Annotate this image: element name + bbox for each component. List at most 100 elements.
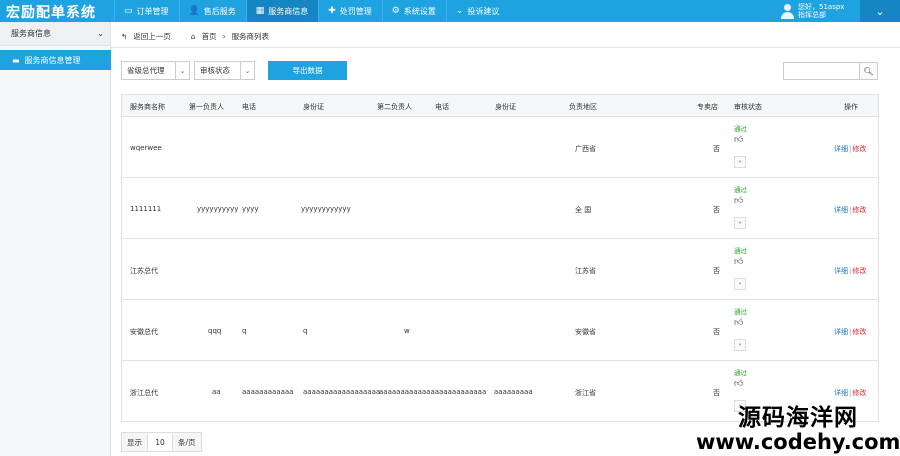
nav-item-after-sales[interactable]: 👤 售后服务 bbox=[178, 0, 246, 22]
nav-item-penalty[interactable]: ✚ 处罚管理 bbox=[318, 0, 382, 22]
edit-link[interactable]: 修改 bbox=[852, 389, 866, 397]
thumbs-up-icon[interactable]: 👍︎ bbox=[734, 318, 747, 329]
detail-link[interactable]: 详细 bbox=[834, 206, 848, 214]
watermark: 源码海洋网 www.codehy.com bbox=[696, 398, 900, 454]
table-header: 服务商名称 第一负责人 电话 身份证 第二负责人 电话 身份证 负责地区 专卖店… bbox=[122, 95, 878, 117]
thumbs-up-icon[interactable]: 👍︎ bbox=[734, 196, 747, 207]
back-arrow-icon: ↰ bbox=[121, 32, 128, 41]
monitor-icon: ▭ bbox=[124, 6, 133, 16]
detail-link[interactable]: 详细 bbox=[834, 145, 848, 153]
nav-item-orders[interactable]: ▭ 订单管理 bbox=[114, 0, 179, 22]
table-row: wqerwee 广西省 否 通过 👍︎ • 详细|修改 bbox=[122, 117, 878, 178]
status-badge: 通过 bbox=[734, 247, 747, 255]
cell-id1: yyyyyyyyyyyy bbox=[301, 205, 351, 213]
col-header: 审核状态 bbox=[734, 103, 762, 111]
search-icon[interactable]: 🔍︎ bbox=[859, 63, 877, 79]
col-header: 电话 bbox=[435, 103, 449, 111]
cell-name: 浙江总代 bbox=[130, 389, 158, 397]
sidebar-item-provider-manage[interactable]: ▬ 服务商信息管理 bbox=[0, 50, 111, 70]
pin-icon[interactable]: • bbox=[734, 278, 746, 290]
col-header: 第二负责人 bbox=[377, 103, 412, 111]
chevron-down-icon: ⌄ bbox=[175, 62, 189, 79]
divider bbox=[111, 47, 900, 48]
search-box: 🔍︎ bbox=[783, 62, 878, 80]
edit-link[interactable]: 修改 bbox=[852, 145, 866, 153]
status-badge: 通过 bbox=[734, 186, 747, 194]
level-select[interactable]: 省级总代理 ⌄ bbox=[121, 61, 190, 80]
cell-store: 否 bbox=[713, 267, 720, 275]
cell-id1: aaaaaaaaaaaaaaaaaa bbox=[303, 388, 381, 396]
search-input[interactable] bbox=[784, 63, 859, 79]
detail-link[interactable]: 详细 bbox=[834, 267, 848, 275]
nav-label: 系统设置 bbox=[403, 6, 436, 16]
pin-icon[interactable]: • bbox=[734, 217, 746, 229]
col-header: 负责地区 bbox=[569, 103, 597, 111]
export-button[interactable]: 导出数据 bbox=[268, 61, 347, 80]
col-header: 服务商名称 bbox=[130, 103, 165, 111]
user-dropdown-toggle[interactable]: ⌄ bbox=[860, 0, 900, 22]
cell-store: 否 bbox=[713, 206, 720, 214]
cell-name: 安徽总代 bbox=[130, 328, 158, 336]
watermark-title: 源码海洋网 bbox=[738, 404, 858, 431]
pager-show-label: 显示 bbox=[122, 433, 147, 451]
app-logo: 宏励配单系统 bbox=[6, 5, 96, 21]
breadcrumb-back-link[interactable]: 返回上一页 bbox=[133, 31, 171, 42]
nav-item-complaints[interactable]: ⌄ 投诉建议 bbox=[445, 0, 510, 22]
row-actions: 详细|修改 bbox=[834, 145, 867, 153]
col-header: 身份证 bbox=[495, 103, 516, 111]
cell-person1: qqq bbox=[208, 327, 222, 335]
cell-phone1: yyyy bbox=[242, 205, 259, 213]
thumbs-up-icon[interactable]: 👍︎ bbox=[734, 257, 747, 268]
chevron-right-icon: › bbox=[222, 32, 226, 41]
cell-name: wqerwee bbox=[130, 144, 162, 152]
col-header: 第一负责人 bbox=[189, 103, 224, 111]
cell-store: 否 bbox=[713, 145, 720, 153]
table-row: 1111111 yyyyyyyyyy yyyy yyyyyyyyyyyy 全 国… bbox=[122, 178, 878, 239]
sidebar: 服务商信息 ⌄ ▬ 服务商信息管理 bbox=[0, 22, 111, 456]
cell-region: 广西省 bbox=[575, 145, 596, 153]
chevron-down-icon: ⌄ bbox=[455, 6, 464, 16]
row-actions: 详细|修改 bbox=[834, 206, 867, 214]
status-cell: 通过 👍︎ • bbox=[734, 245, 752, 290]
cell-person2: w bbox=[404, 327, 410, 335]
cell-region: 全 国 bbox=[575, 206, 592, 214]
cell-id2: aaaaaaaaa bbox=[494, 388, 533, 396]
status-cell: 通过 👍︎ • bbox=[734, 306, 752, 351]
nav-item-provider-info[interactable]: ▦ 服务商信息 bbox=[245, 0, 319, 22]
col-header: 电话 bbox=[242, 103, 256, 111]
user-role: 指挥总部 bbox=[798, 11, 826, 19]
nav-label: 处罚管理 bbox=[339, 6, 372, 16]
edit-link[interactable]: 修改 bbox=[852, 206, 866, 214]
folder-icon: ▬ bbox=[12, 55, 20, 65]
thumbs-up-icon[interactable]: 👍︎ bbox=[734, 135, 747, 146]
status-select[interactable]: 审核状态 ⌄ bbox=[194, 61, 255, 80]
sidebar-group-provider[interactable]: 服务商信息 ⌄ bbox=[0, 22, 110, 46]
avatar bbox=[780, 3, 794, 19]
cell-region: 安徽省 bbox=[575, 328, 596, 336]
thumbs-up-icon[interactable]: 👍︎ bbox=[734, 379, 747, 390]
pin-icon[interactable]: • bbox=[734, 156, 746, 168]
cell-phone1: aaaaaaaaaaaa bbox=[242, 388, 294, 396]
pin-icon[interactable]: • bbox=[734, 339, 746, 351]
user-menu[interactable]: 您好，51aspx 指挥总部 bbox=[780, 1, 844, 21]
detail-link[interactable]: 详细 bbox=[834, 389, 848, 397]
edit-link[interactable]: 修改 bbox=[852, 328, 866, 336]
row-actions: 详细|修改 bbox=[834, 389, 867, 397]
nav-item-settings[interactable]: ⚙ 系统设置 bbox=[381, 0, 446, 22]
level-select-value: 省级总代理 bbox=[127, 66, 165, 75]
chevron-down-icon: ⌄ bbox=[97, 29, 104, 38]
top-bar: 宏励配单系统 ▭ 订单管理 👤 售后服务 ▦ 服务商信息 ✚ 处罚管理 ⚙ 系统… bbox=[0, 0, 900, 22]
home-icon: ⌂ bbox=[190, 32, 196, 41]
breadcrumb-home-link[interactable]: 首页 bbox=[202, 31, 217, 42]
cell-name: 1111111 bbox=[130, 205, 162, 213]
nav-label: 投诉建议 bbox=[467, 6, 500, 16]
edit-link[interactable]: 修改 bbox=[852, 267, 866, 275]
grid-icon: ▦ bbox=[255, 6, 265, 16]
col-header: 专卖店 bbox=[697, 103, 718, 111]
page-size-input[interactable]: 10 bbox=[147, 433, 173, 451]
col-header: 操作 bbox=[844, 103, 858, 111]
detail-link[interactable]: 详细 bbox=[834, 328, 848, 336]
status-cell: 通过 👍︎ • bbox=[734, 123, 752, 168]
breadcrumb: ↰ 返回上一页 ⌂ 首页 › 服务商列表 bbox=[121, 31, 269, 42]
cell-person2: aaaaaaaaaaaaaaaaaaaaaaaaa bbox=[379, 388, 487, 396]
